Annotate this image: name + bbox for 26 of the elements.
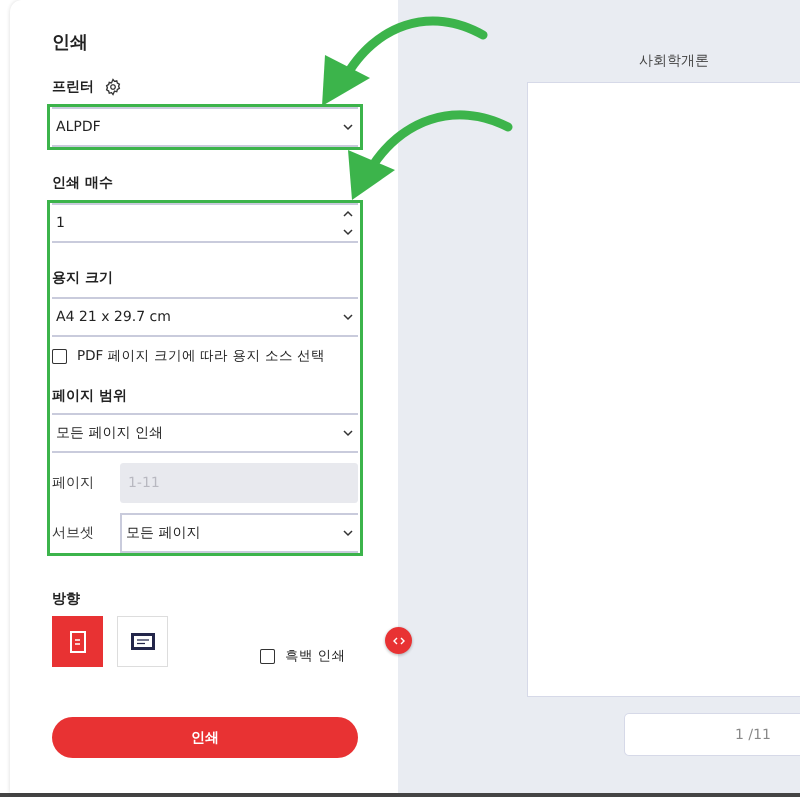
landscape-page-icon (130, 633, 154, 650)
spinner-icon[interactable] (342, 208, 354, 238)
paper-size-select[interactable]: A4 21 x 29.7 cm (52, 297, 358, 337)
checkbox[interactable] (52, 348, 67, 364)
paper-size-label: 용지 크기 (52, 269, 113, 287)
orientation-label: 방향 (52, 590, 80, 608)
page-range-select[interactable]: 모든 페이지 인쇄 (52, 413, 358, 453)
pages-label: 페이지 (52, 474, 95, 492)
grayscale-label: 흑백 인쇄 (285, 647, 346, 665)
chevrons-icon (392, 636, 404, 644)
portrait-page-icon (70, 630, 86, 652)
printer-label: 프린터 (52, 78, 94, 96)
settings-icon[interactable] (104, 78, 122, 96)
document-title: 사회학개론 (639, 52, 709, 70)
page-range-label: 페이지 범위 (52, 387, 127, 405)
subset-label: 서브셋 (52, 524, 95, 542)
copies-field[interactable]: 1 (52, 203, 358, 243)
subset-select[interactable]: 모든 페이지 (120, 513, 358, 553)
printer-select[interactable]: ALPDF (52, 107, 358, 147)
print-button[interactable]: 인쇄 (52, 717, 358, 758)
copies-label: 인쇄 매수 (52, 174, 113, 192)
panel-title: 인쇄 (52, 31, 89, 54)
checkbox-label: PDF 페이지 크기에 따라 용지 소스 선택 (77, 347, 326, 365)
checkbox[interactable] (260, 648, 275, 664)
page-indicator: 1 /11 (624, 713, 800, 756)
panel-toggle-button[interactable] (385, 627, 412, 654)
